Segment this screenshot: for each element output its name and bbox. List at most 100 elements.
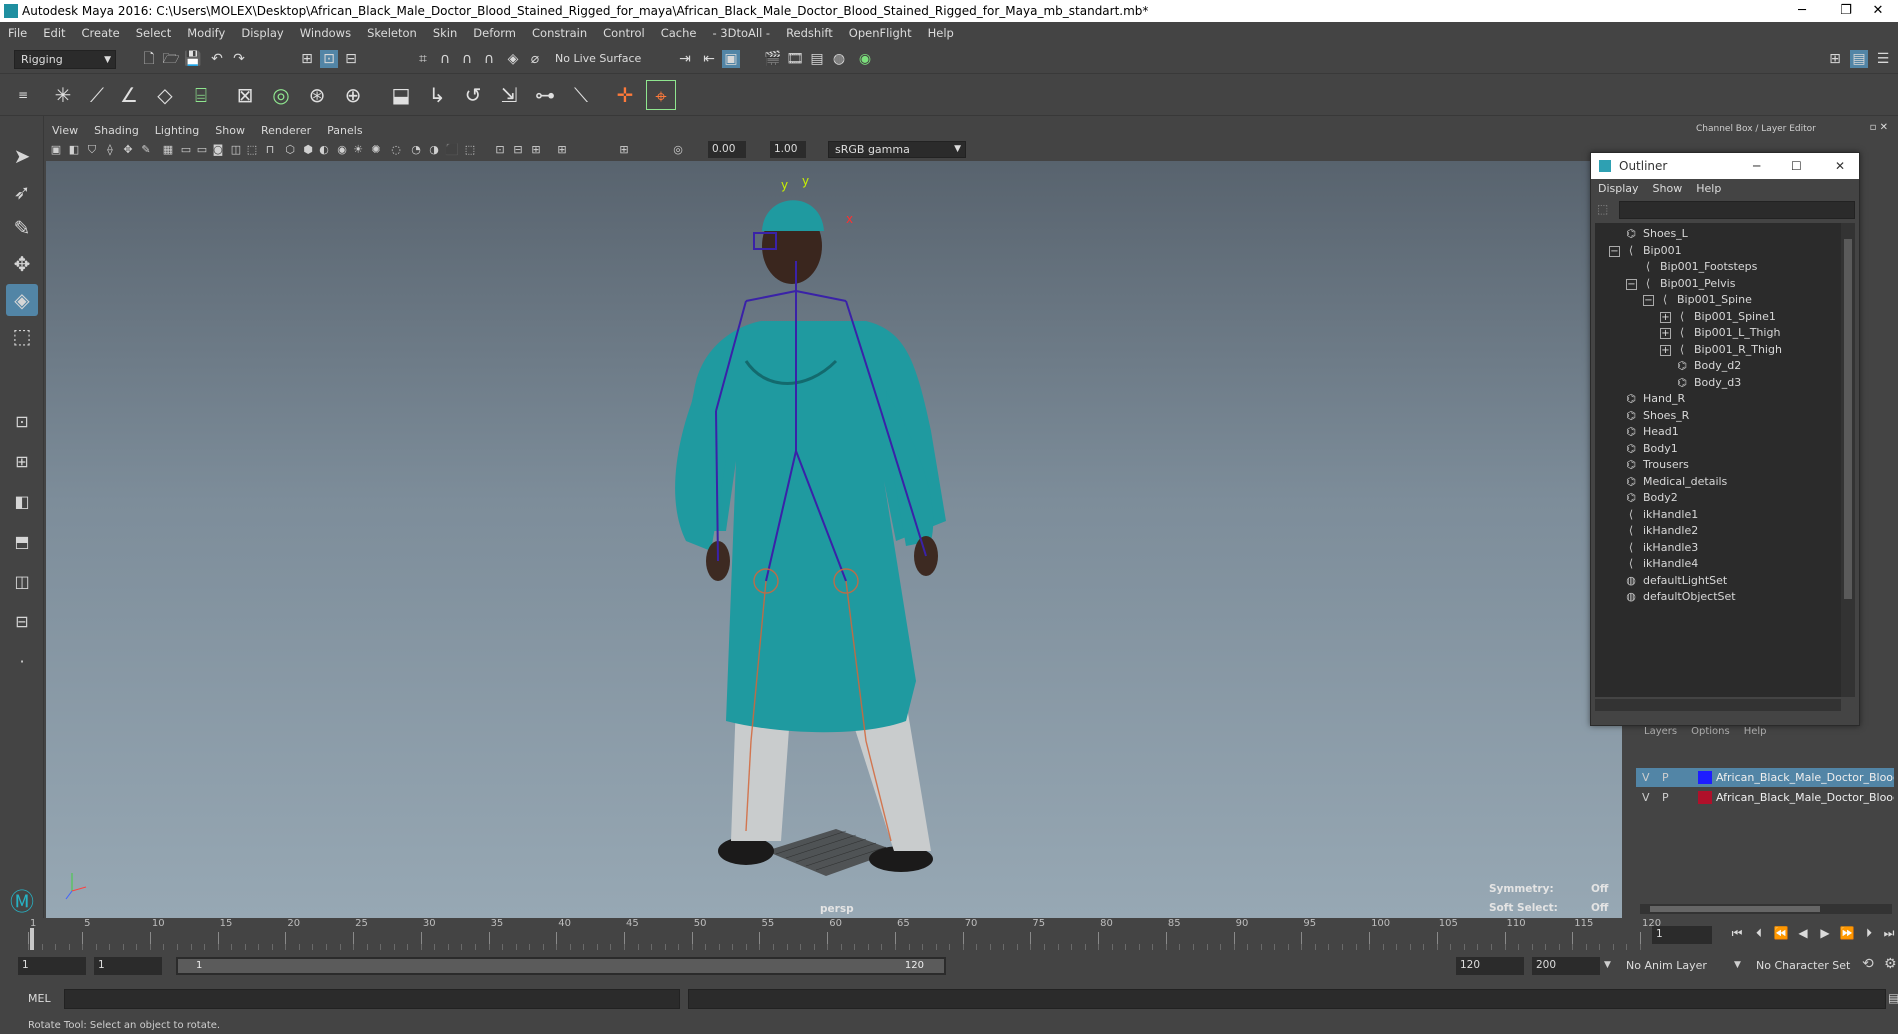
outliner-menu-show[interactable]: Show — [1646, 179, 1690, 199]
auto-key-icon[interactable]: ⟲ — [1862, 956, 1874, 972]
save-scene-icon[interactable]: 💾 — [184, 50, 202, 68]
time-slider[interactable]: 1 5 10 15 20 25 30 35 40 45 50 55 60 65 70 75 80 85 90 95 10… — [0, 918, 1898, 952]
snap-surface-icon[interactable]: ◈ — [504, 50, 522, 68]
layer-menu-options[interactable]: Options — [1691, 726, 1730, 737]
color-space-dropdown[interactable]: sRGB gamma ▼ — [828, 141, 966, 158]
menu-help[interactable]: Help — [920, 22, 962, 44]
ipr-render-icon[interactable]: 🎞 — [786, 50, 804, 68]
menu-select[interactable]: Select — [128, 22, 179, 44]
move-tool-icon[interactable]: ✥ — [6, 248, 38, 280]
anti-aliasing-icon[interactable]: ◑ — [426, 142, 442, 158]
playback-end-field[interactable]: 120 — [1456, 957, 1524, 975]
select-component-icon[interactable]: ⊟ — [342, 50, 360, 68]
outliner-maximize-button[interactable]: ☐ — [1791, 153, 1802, 179]
redo-icon[interactable]: ↷ — [230, 50, 248, 68]
outliner-menu-display[interactable]: Display — [1591, 179, 1646, 199]
orient-constraint-icon[interactable]: ↺ — [458, 80, 488, 110]
menu-3dtoall[interactable]: - 3DtoAll - — [704, 22, 778, 44]
expand-icon[interactable]: + — [1660, 328, 1671, 339]
render-view-icon[interactable]: ▤ — [808, 50, 826, 68]
start-time-field[interactable]: 1 — [18, 957, 86, 975]
custom-layout-icon[interactable]: · — [6, 646, 38, 678]
layer-scroll-thumb[interactable] — [1650, 906, 1820, 912]
outliner-hscrollbar[interactable] — [1595, 699, 1841, 711]
menu-cache[interactable]: Cache — [653, 22, 705, 44]
minimize-button[interactable]: ─ — [1780, 0, 1824, 22]
shadows-icon[interactable]: ✺ — [368, 142, 384, 158]
paint-select-tool-icon[interactable]: ✎ — [6, 212, 38, 244]
aim-constraint-icon[interactable]: ↳ — [422, 80, 452, 110]
scale-tool-icon[interactable]: ⬚ — [6, 320, 38, 352]
menu-file[interactable]: File — [0, 22, 35, 44]
viewport-menu-lighting[interactable]: Lighting — [147, 122, 207, 140]
anim-prefs-icon[interactable]: ⚙ — [1884, 956, 1897, 972]
exposure-icon[interactable]: ⊞ — [554, 142, 570, 158]
collapse-icon[interactable]: − — [1626, 278, 1637, 290]
uv-editor-layout-icon[interactable]: ⊟ — [6, 606, 38, 638]
hypershade-icon[interactable]: ◍ — [830, 50, 848, 68]
grease-pencil-icon[interactable]: ✎ — [138, 142, 154, 158]
snap-grid-icon[interactable]: ⌗ — [414, 50, 432, 68]
range-slider-handle[interactable]: 1 120 — [178, 959, 944, 973]
anim-layer-dropdown[interactable]: No Anim Layer — [1626, 959, 1707, 972]
exposure-field[interactable]: 0.00 — [708, 141, 746, 158]
open-scene-icon[interactable]: 🗁 — [162, 50, 180, 68]
gate-mask-icon[interactable]: ◙ — [210, 142, 226, 158]
color-management-icon[interactable]: ◎ — [670, 142, 686, 158]
gamma-icon[interactable]: ⊞ — [616, 142, 632, 158]
select-camera-icon[interactable]: ▣ — [48, 142, 64, 158]
step-forward-key-icon[interactable]: ⏩ — [1838, 924, 1856, 942]
step-forward-icon[interactable]: ⏵ — [1860, 924, 1878, 942]
depth-of-field-icon[interactable]: ⬛ — [444, 142, 460, 158]
wireframe-icon[interactable]: ⬡ — [282, 142, 298, 158]
outliner-tree[interactable]: ⌬ Shoes_L ⟨ Bip001− ⟨ Bip001_Footsteps ⟨ Bip001… — [1595, 223, 1841, 697]
layer-color-swatch[interactable] — [1698, 791, 1712, 804]
layer-scrollbar[interactable] — [1640, 904, 1892, 914]
play-forward-icon[interactable]: ▶ — [1816, 924, 1834, 942]
lock-camera-icon[interactable]: ◧ — [66, 142, 82, 158]
render-settings-icon[interactable]: ▣ — [722, 50, 740, 68]
go-to-end-icon[interactable]: ⏭ — [1880, 924, 1898, 942]
cmd-language-toggle[interactable]: MEL — [28, 992, 51, 1005]
ik-handle-icon[interactable]: ⟋ — [82, 80, 112, 110]
play-backward-icon[interactable]: ◀ — [1794, 924, 1812, 942]
layer-menu-help[interactable]: Help — [1744, 726, 1767, 737]
close-button[interactable]: ✕ — [1856, 0, 1898, 22]
use-lights-icon[interactable]: ☀ — [350, 142, 366, 158]
persp-outliner-layout-icon[interactable]: ◧ — [6, 486, 38, 518]
select-hierarchy-icon[interactable]: ⊞ — [298, 50, 316, 68]
viewport-menu-panels[interactable]: Panels — [319, 122, 370, 140]
redshift-render-icon[interactable]: ◉ — [856, 50, 874, 68]
pole-vector-icon[interactable]: ⟍ — [566, 80, 596, 110]
persp-graph-layout-icon[interactable]: ⬒ — [6, 526, 38, 558]
viewport-menu-shading[interactable]: Shading — [86, 122, 147, 140]
script-editor-icon[interactable]: ▤ — [1888, 991, 1898, 1005]
image-plane-icon[interactable]: ⟠ — [102, 142, 118, 158]
go-to-start-icon[interactable]: ⏮ — [1728, 924, 1746, 942]
wireframe-on-shaded-icon[interactable]: ◐ — [316, 142, 332, 158]
wrap-icon[interactable]: ⊛ — [302, 80, 332, 110]
menu-control[interactable]: Control — [595, 22, 653, 44]
cluster-icon[interactable]: ⊠ — [230, 80, 260, 110]
gamma-field[interactable]: 1.00 — [770, 141, 806, 158]
chevron-down-icon[interactable]: ▼ — [1604, 960, 1611, 970]
menu-openflight[interactable]: OpenFlight — [841, 22, 920, 44]
current-frame-field[interactable]: 1 — [1652, 926, 1712, 944]
menu-redshift[interactable]: Redshift — [778, 22, 841, 44]
backface-icon[interactable]: ⊞ — [528, 142, 544, 158]
outliner-minimize-button[interactable]: ─ — [1753, 153, 1760, 179]
wire-icon[interactable]: ⊕ — [338, 80, 368, 110]
modeling-toolkit-icon[interactable]: ⊞ — [1826, 50, 1844, 68]
hypershade-layout-icon[interactable]: ◫ — [6, 566, 38, 598]
smooth-shade-icon[interactable]: ⬢ — [300, 142, 316, 158]
textured-icon[interactable]: ◉ — [334, 142, 350, 158]
layer-row[interactable]: VP African_Black_Male_Doctor_Blood_Staine… — [1636, 768, 1894, 787]
menu-skin[interactable]: Skin — [425, 22, 465, 44]
viewport-menu-show[interactable]: Show — [207, 122, 253, 140]
expand-icon[interactable]: + — [1660, 311, 1671, 323]
lattice-icon[interactable]: ◎ — [266, 80, 296, 110]
channelbox-float-icon[interactable]: ▫ ✕ — [1870, 122, 1888, 133]
layer-visibility-toggle[interactable]: V — [1642, 768, 1650, 787]
menu-edit[interactable]: Edit — [35, 22, 73, 44]
select-object-icon[interactable]: ⊡ — [320, 50, 338, 68]
